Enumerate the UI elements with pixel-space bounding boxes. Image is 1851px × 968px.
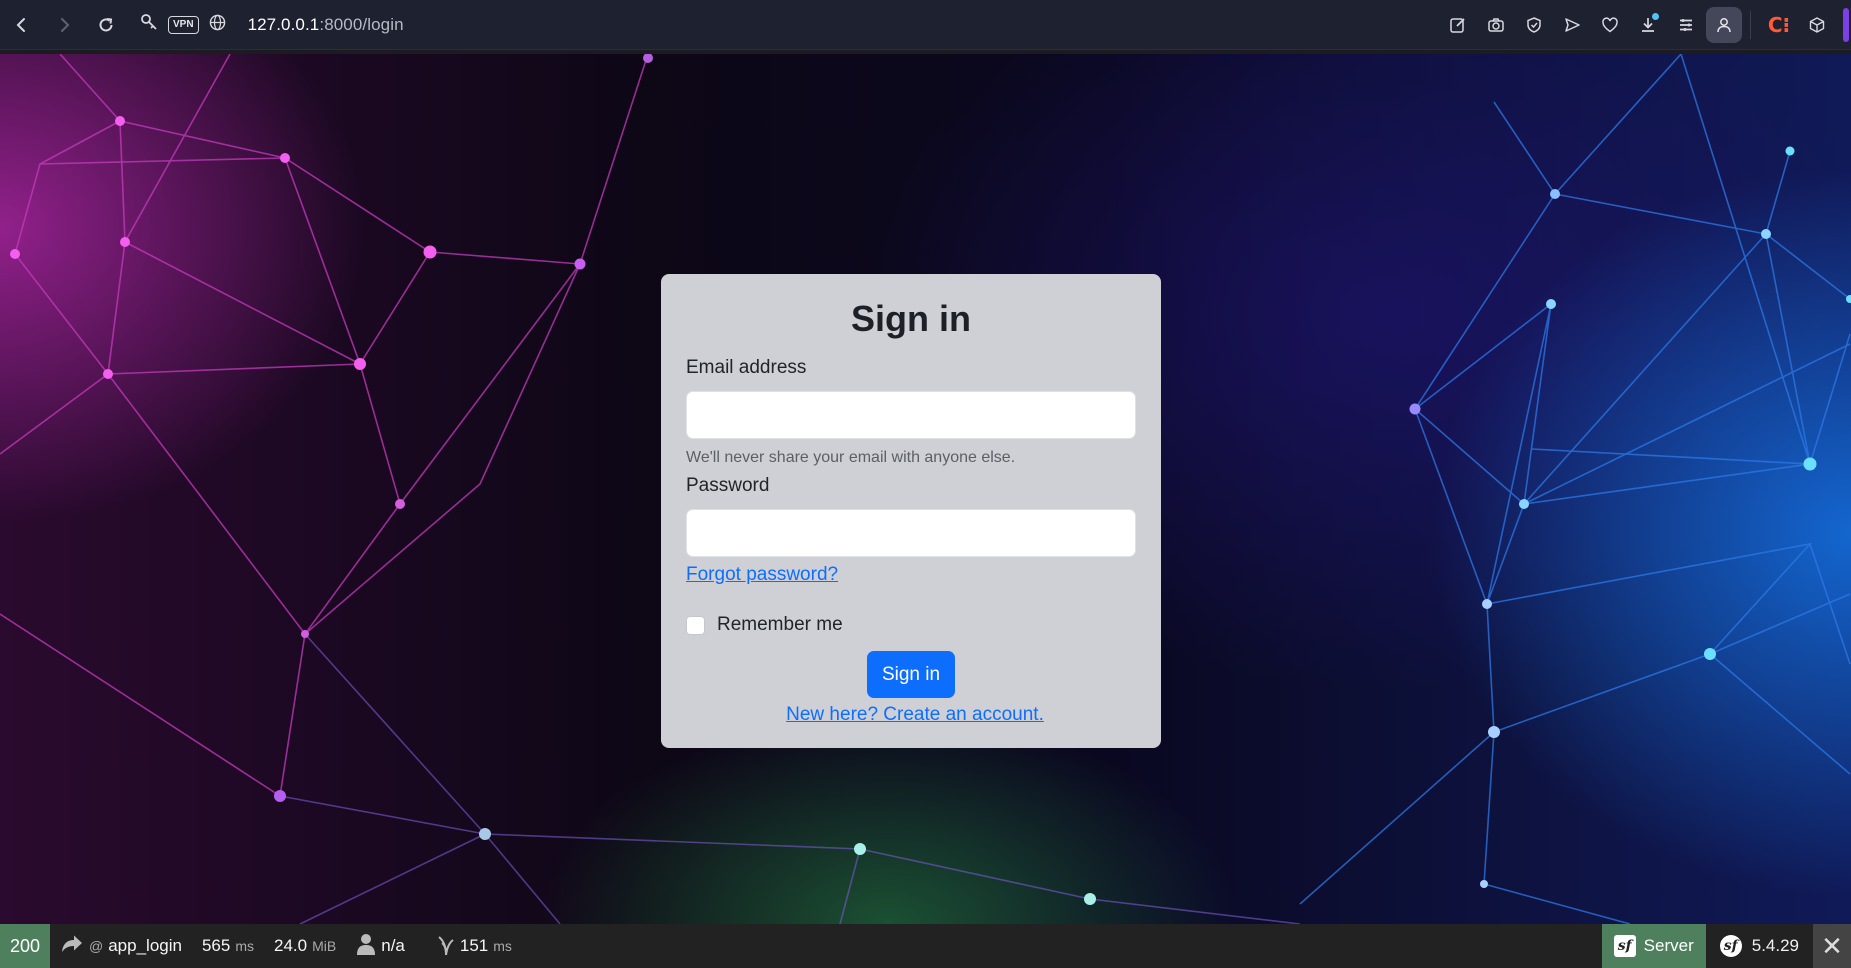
shield-icon[interactable] bbox=[1516, 7, 1552, 43]
route-prefix: @ bbox=[89, 938, 104, 954]
email-field[interactable] bbox=[686, 391, 1136, 439]
redirect-arrow-icon bbox=[60, 934, 84, 959]
url-host: 127.0.0.1 bbox=[247, 14, 320, 34]
remember-me-label[interactable]: Remember me bbox=[717, 614, 843, 636]
extension-c-icon[interactable]: C⁝ bbox=[1761, 7, 1797, 43]
time-unit: ms bbox=[235, 938, 255, 954]
twig-time-value: 151 bbox=[459, 936, 489, 955]
edit-icon[interactable] bbox=[1440, 7, 1476, 43]
time-item[interactable]: 565 ms bbox=[192, 924, 264, 968]
email-label: Email address bbox=[686, 357, 807, 378]
server-label: Server bbox=[1643, 936, 1694, 955]
twig-time-unit: ms bbox=[493, 938, 512, 954]
browser-toolbar-right: C⁝ bbox=[1438, 0, 1851, 50]
login-page-background: Sign in Email address We'll never share … bbox=[0, 54, 1851, 924]
user-value: n/a bbox=[381, 936, 405, 955]
server-item[interactable]: sf Server bbox=[1601, 924, 1706, 968]
page-title: Sign in bbox=[851, 298, 971, 339]
submit-row: Sign in bbox=[686, 651, 1136, 698]
status-code-badge[interactable]: 200 bbox=[0, 924, 50, 968]
route-name: app_login bbox=[108, 936, 182, 955]
vpn-badge[interactable]: VPN bbox=[168, 15, 199, 34]
route-item[interactable]: @ app_login bbox=[50, 924, 192, 968]
email-help-text: We'll never share your email with anyone… bbox=[686, 449, 1016, 466]
login-card: Sign in Email address We'll never share … bbox=[661, 274, 1161, 748]
memory-unit: MiB bbox=[312, 938, 337, 954]
back-icon[interactable] bbox=[6, 9, 38, 41]
memory-item[interactable]: 24.0 MiB bbox=[264, 924, 346, 968]
forgot-password-link[interactable]: Forgot password? bbox=[686, 561, 838, 589]
symfony-debug-toolbar: 200 @ app_login 565 ms 24.0 MiB n/a 151 … bbox=[0, 924, 1851, 968]
heart-icon[interactable] bbox=[1592, 7, 1628, 43]
password-field[interactable] bbox=[686, 509, 1136, 557]
reload-icon[interactable] bbox=[90, 9, 122, 41]
toolbar-right: sf Server sf 5.4.29 ✕ bbox=[1601, 924, 1851, 968]
twig-item[interactable]: 151 ms bbox=[427, 924, 522, 968]
sidebar-accent bbox=[1843, 8, 1849, 42]
create-account-link[interactable]: New here? Create an account. bbox=[786, 704, 1044, 725]
user-icon bbox=[356, 933, 376, 960]
download-indicator-dot bbox=[1652, 13, 1659, 20]
url-text[interactable]: 127.0.0.1:8000/login bbox=[248, 15, 404, 35]
forward-icon[interactable] bbox=[48, 9, 80, 41]
toolbar-separator bbox=[1750, 11, 1751, 39]
password-label: Password bbox=[686, 475, 770, 496]
remember-me-checkbox[interactable] bbox=[686, 615, 705, 635]
globe-icon bbox=[209, 14, 226, 36]
browser-toolbar: VPN 127.0.0.1:8000/login C⁝ bbox=[0, 0, 1851, 50]
symfony-logo-icon: sf bbox=[1613, 935, 1636, 957]
sign-in-button[interactable]: Sign in bbox=[866, 651, 956, 698]
remember-me-row: Remember me bbox=[686, 611, 1136, 639]
url-path: :8000/login bbox=[319, 14, 404, 34]
version-item[interactable]: sf 5.4.29 bbox=[1706, 924, 1813, 968]
security-item[interactable]: n/a bbox=[346, 924, 415, 968]
key-icon[interactable] bbox=[140, 13, 158, 36]
profile-icon[interactable] bbox=[1706, 7, 1742, 43]
menu-icon[interactable] bbox=[1668, 7, 1704, 43]
close-icon[interactable]: ✕ bbox=[1813, 924, 1851, 968]
time-value: 565 bbox=[201, 936, 231, 955]
memory-value: 24.0 bbox=[274, 936, 308, 955]
camera-icon[interactable] bbox=[1478, 7, 1514, 43]
download-icon[interactable] bbox=[1630, 7, 1666, 43]
send-icon[interactable] bbox=[1554, 7, 1590, 43]
symfony-version: 5.4.29 bbox=[1751, 936, 1799, 955]
address-bar[interactable]: VPN 127.0.0.1:8000/login bbox=[140, 13, 404, 36]
create-account-row: New here? Create an account. bbox=[686, 701, 1136, 729]
symfony-version-logo-icon: sf bbox=[1719, 935, 1742, 957]
twig-icon bbox=[437, 933, 455, 960]
cube-icon[interactable] bbox=[1799, 7, 1835, 43]
